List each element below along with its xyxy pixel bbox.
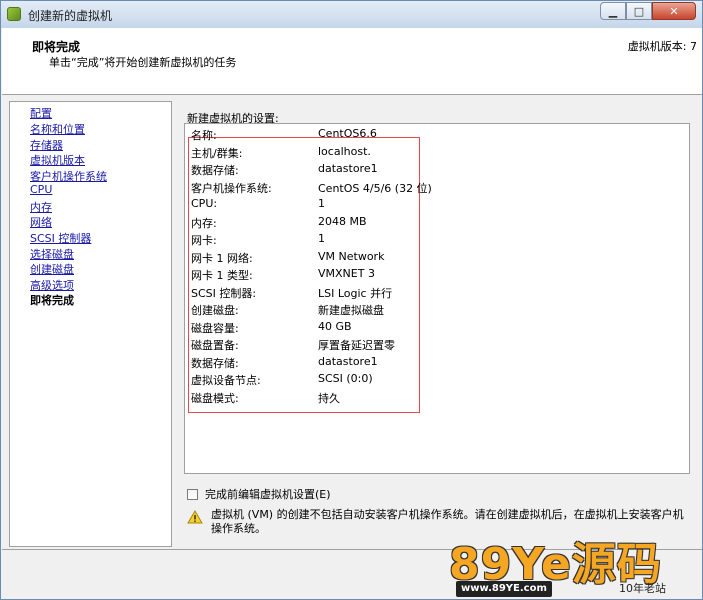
nav-step-vm-version[interactable]: 虚拟机版本 bbox=[30, 152, 85, 168]
summary-key: 网卡 1 类型: bbox=[191, 269, 253, 282]
summary-key: 名称: bbox=[191, 129, 217, 142]
summary-key: SCSI 控制器: bbox=[191, 287, 257, 300]
window-controls: ▁ □ ✕ bbox=[600, 2, 696, 20]
summary-key: 网卡: bbox=[191, 234, 217, 247]
summary-key: 主机/群集: bbox=[191, 147, 243, 160]
window-title: 创建新的虚拟机 bbox=[28, 9, 113, 23]
summary-key: 磁盘模式: bbox=[191, 392, 239, 405]
nav-step-config[interactable]: 配置 bbox=[30, 105, 52, 121]
summary-value: 1 bbox=[318, 197, 325, 210]
watermark-logo: 89Ye源码 www.89YE.com 10年老站 bbox=[449, 528, 703, 600]
summary-key: 虚拟设备节点: bbox=[191, 374, 261, 387]
summary-value: 新建虚拟磁盘 bbox=[318, 304, 384, 317]
summary-key: 网卡 1 网络: bbox=[191, 252, 253, 265]
summary-value: 40 GB bbox=[318, 320, 352, 333]
summary-value: localhost. bbox=[318, 145, 371, 158]
summary-value: VMXNET 3 bbox=[318, 267, 375, 280]
nav-step-create-disk[interactable]: 创建磁盘 bbox=[30, 261, 74, 277]
nav-step-advanced[interactable]: 高级选项 bbox=[30, 277, 74, 293]
nav-step-name-location[interactable]: 名称和位置 bbox=[30, 121, 85, 137]
nav-step-scsi-controller[interactable]: SCSI 控制器 bbox=[30, 230, 91, 246]
summary-value: datastore1 bbox=[318, 355, 378, 368]
summary-value: 厚置备延迟置零 bbox=[318, 339, 395, 352]
wizard-header: 即将完成 单击“完成”将开始创建新虚拟机的任务 虚拟机版本: 7 bbox=[2, 28, 702, 95]
settings-summary-panel: 名称: CentOS6.6 主机/群集: localhost. 数据存储: datas… bbox=[184, 123, 690, 474]
vm-version-label: 虚拟机版本: 7 bbox=[627, 40, 697, 53]
summary-value: SCSI (0:0) bbox=[318, 372, 373, 385]
nav-step-select-disk[interactable]: 选择磁盘 bbox=[30, 246, 74, 262]
title-bar[interactable]: 创建新的虚拟机 ▁ □ ✕ bbox=[1, 1, 702, 28]
page-subtitle: 单击“完成”将开始创建新虚拟机的任务 bbox=[49, 56, 237, 69]
nav-step-ready-to-complete: 即将完成 bbox=[30, 294, 74, 307]
summary-value: 2048 MB bbox=[318, 215, 367, 228]
summary-key: 磁盘容量: bbox=[191, 322, 239, 335]
summary-key: 数据存储: bbox=[191, 357, 239, 370]
summary-value: VM Network bbox=[318, 250, 385, 263]
summary-key: 磁盘置备: bbox=[191, 339, 239, 352]
wizard-window: 创建新的虚拟机 ▁ □ ✕ 即将完成 单击“完成”将开始创建新虚拟机的任务 虚拟… bbox=[0, 0, 703, 600]
nav-step-memory[interactable]: 内存 bbox=[30, 199, 52, 215]
close-button[interactable]: ✕ bbox=[652, 2, 696, 20]
edit-settings-label[interactable]: 完成前编辑虚拟机设置(E) bbox=[205, 486, 331, 502]
edit-settings-checkbox[interactable] bbox=[187, 488, 198, 500]
summary-key: 内存: bbox=[191, 217, 217, 230]
summary-value: datastore1 bbox=[318, 162, 378, 175]
vsphere-app-icon bbox=[7, 7, 21, 21]
summary-value: CentOS 4/5/6 (32 位) bbox=[318, 182, 432, 195]
watermark-tagline: 10年老站 bbox=[619, 582, 666, 595]
edit-settings-option[interactable]: 完成前编辑虚拟机设置(E) bbox=[187, 486, 331, 502]
nav-step-guest-os[interactable]: 客户机操作系统 bbox=[30, 168, 107, 184]
summary-key: 创建磁盘: bbox=[191, 304, 239, 317]
summary-value: 1 bbox=[318, 232, 325, 245]
wizard-step-nav: 配置 名称和位置 存储器 虚拟机版本 客户机操作系统 CPU 内存 网络 SCS… bbox=[9, 101, 172, 547]
summary-key: 数据存储: bbox=[191, 164, 239, 177]
nav-step-storage[interactable]: 存储器 bbox=[30, 137, 63, 153]
minimize-button[interactable]: ▁ bbox=[600, 2, 626, 20]
summary-value: 持久 bbox=[318, 392, 340, 405]
summary-value: LSI Logic 并行 bbox=[318, 287, 393, 300]
nav-step-cpu[interactable]: CPU bbox=[30, 183, 52, 196]
watermark-url: www.89YE.com bbox=[456, 581, 552, 597]
warning-triangle-icon bbox=[187, 510, 203, 524]
maximize-button[interactable]: □ bbox=[626, 2, 652, 20]
summary-key: CPU: bbox=[191, 197, 218, 210]
nav-step-network[interactable]: 网络 bbox=[30, 214, 52, 230]
summary-value: CentOS6.6 bbox=[318, 127, 377, 140]
page-title: 即将完成 bbox=[32, 40, 81, 54]
summary-key: 客户机操作系统: bbox=[191, 182, 272, 195]
